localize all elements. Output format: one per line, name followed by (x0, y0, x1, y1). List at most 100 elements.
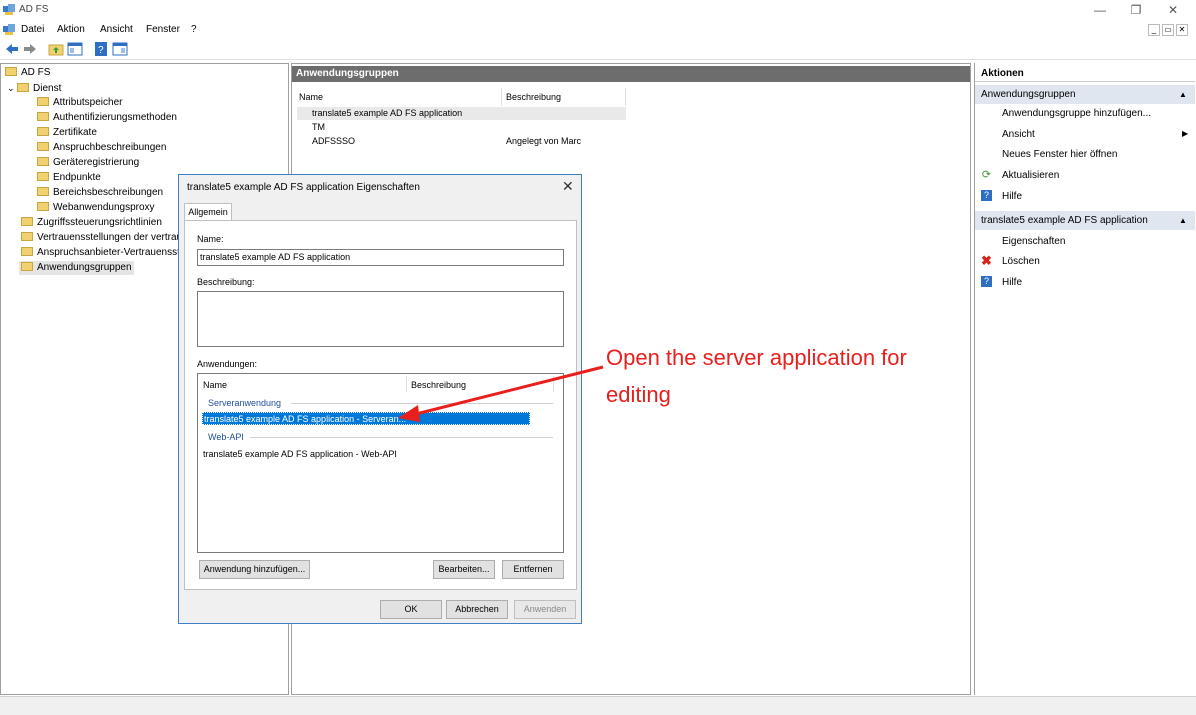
folder-icon (21, 247, 33, 256)
ok-button[interactable]: OK (380, 600, 442, 619)
tree-item-adfs[interactable]: AD FS (5, 66, 50, 80)
dialog-close-icon[interactable]: ✕ (562, 178, 574, 195)
tree-label: Bereichsbeschreibungen (53, 187, 164, 198)
name-label: Name: (197, 234, 224, 244)
annotation-text-line2: editing (606, 382, 671, 407)
forward-arrow-icon[interactable] (22, 41, 38, 57)
tree-item-webanwendungsproxy[interactable]: Webanwendungsproxy (37, 201, 155, 215)
column-header-beschreibung[interactable]: Beschreibung (506, 92, 561, 102)
tree-label: Zugriffssteuerungsrichtlinien (37, 217, 162, 228)
apps-column-name[interactable]: Name (203, 380, 227, 390)
mdi-restore-button[interactable]: ▭ (1162, 24, 1174, 36)
tree-item-zugriffssteuerungsrichtlinien[interactable]: Zugriffssteuerungsrichtlinien (21, 216, 162, 230)
actions-section-anwendungsgruppen[interactable]: Anwendungsgruppen ▲ (975, 85, 1195, 104)
row-name: ADFSSSO (312, 136, 356, 146)
action-new-window[interactable]: Neues Fenster hier öffnen (1002, 149, 1117, 160)
actions-title: Aktionen (975, 66, 1195, 82)
results-header: Anwendungsgruppen (292, 66, 970, 82)
action-refresh[interactable]: Aktualisieren (1002, 170, 1059, 181)
show-tree-icon[interactable] (67, 41, 83, 57)
folder-icon (37, 202, 49, 211)
tree-item-vertrauensstellungen[interactable]: Vertrauensstellungen der vertrau (21, 231, 182, 245)
table-row[interactable]: ADFSSSO Angelegt von Marc (297, 135, 626, 148)
collapse-arrow-icon[interactable]: ▲ (1179, 85, 1187, 104)
action-help-2[interactable]: Hilfe (1002, 277, 1022, 288)
annotation-text-line1: Open the server application for (606, 345, 907, 370)
folder-icon (37, 142, 49, 151)
column-divider (501, 88, 502, 106)
action-help[interactable]: Hilfe (1002, 191, 1022, 202)
collapse-arrow-icon[interactable]: ▲ (1179, 211, 1187, 230)
tree-item-anspruchsanbieter[interactable]: Anspruchsanbieter-Vertrauensste (21, 246, 185, 260)
minimize-button[interactable]: — (1090, 3, 1110, 17)
tree-label: Vertrauensstellungen der vertrau (37, 232, 183, 243)
row-name: TM (312, 122, 325, 132)
folder-icon (37, 127, 49, 136)
action-properties[interactable]: Eigenschaften (1002, 236, 1065, 247)
remove-button[interactable]: Entfernen (502, 560, 564, 579)
description-label: Beschreibung: (197, 277, 255, 287)
show-actions-icon[interactable] (112, 41, 128, 57)
tree-item-attributspeicher[interactable]: Attributspeicher (37, 96, 122, 110)
menu-ansicht[interactable]: Ansicht (100, 24, 133, 35)
mdi-minimize-button[interactable]: _ (1148, 24, 1160, 36)
tree-item-zertifikate[interactable]: Zertifikate (37, 126, 97, 140)
tree-item-dienst[interactable]: ⌄ Dienst (7, 81, 61, 95)
annotation-arrow (398, 365, 604, 422)
column-header-name[interactable]: Name (299, 92, 323, 102)
list-item-label: translate5 example AD FS application - S… (204, 414, 407, 424)
tab-allgemein[interactable]: Allgemein (184, 203, 232, 221)
name-field[interactable]: translate5 example AD FS application (197, 249, 564, 266)
menu-datei[interactable]: Datei (21, 24, 44, 35)
menu-fenster[interactable]: Fenster (146, 24, 180, 35)
up-folder-icon[interactable] (48, 41, 64, 57)
status-bar (0, 696, 1196, 715)
tree-item-geraeteregistrierung[interactable]: Geräteregistrierung (37, 156, 139, 170)
menu-help[interactable]: ? (191, 24, 197, 35)
tree-item-anwendungsgruppen[interactable]: Anwendungsgruppen (19, 261, 134, 275)
applications-label: Anwendungen: (197, 359, 258, 369)
delete-x-icon: ✖ (981, 253, 992, 268)
mdi-close-button[interactable]: ✕ (1176, 24, 1188, 36)
submenu-arrow-icon: ▶ (1182, 129, 1189, 138)
row-name: translate5 example AD FS application (312, 108, 463, 118)
group-header-serveranwendung: Serveranwendung (208, 398, 282, 408)
group-divider (250, 437, 553, 438)
tree-label: Webanwendungsproxy (53, 202, 155, 213)
tree-item-endpunkte[interactable]: Endpunkte (37, 171, 101, 185)
table-row[interactable]: TM (297, 121, 626, 134)
section-label: translate5 example AD FS application (981, 215, 1148, 226)
list-item-label: translate5 example AD FS application - W… (203, 449, 397, 459)
action-add-group[interactable]: Anwendungsgruppe hinzufügen... (1002, 108, 1151, 119)
tree-item-authentifizierungsmethoden[interactable]: Authentifizierungsmethoden (37, 111, 177, 125)
tree-item-anspruchbeschreibungen[interactable]: Anspruchbeschreibungen (37, 141, 166, 155)
row-description: Angelegt von Marc (506, 136, 582, 146)
menu-bar: Datei Aktion Ansicht Fenster ? _ ▭ ✕ (0, 21, 1196, 39)
expand-chevron-icon[interactable]: ⌄ (7, 81, 17, 95)
apply-button[interactable]: Anwenden (514, 600, 576, 619)
add-application-button[interactable]: Anwendung hinzufügen... (199, 560, 310, 579)
menu-aktion[interactable]: Aktion (57, 24, 85, 35)
column-divider (625, 88, 626, 106)
back-arrow-icon[interactable] (4, 41, 20, 57)
close-window-button[interactable]: ✕ (1163, 3, 1183, 17)
cancel-button[interactable]: Abbrechen (446, 600, 508, 619)
help-icon[interactable]: ? (93, 41, 109, 57)
folder-icon (21, 262, 33, 271)
folder-icon (5, 67, 17, 76)
tree-item-bereichsbeschreibungen[interactable]: Bereichsbeschreibungen (37, 186, 163, 200)
dialog-title: translate5 example AD FS application Eig… (187, 182, 420, 193)
edit-button[interactable]: Bearbeiten... (433, 560, 495, 579)
description-field[interactable] (197, 291, 564, 347)
action-delete[interactable]: Löschen (1002, 256, 1040, 267)
restore-button[interactable]: ❐ (1126, 3, 1146, 17)
folder-icon (37, 172, 49, 181)
table-row[interactable]: translate5 example AD FS application (297, 107, 626, 120)
help-icon: ? (981, 276, 992, 287)
actions-section-application[interactable]: translate5 example AD FS application ▲ (975, 211, 1195, 230)
help-icon: ? (981, 190, 992, 201)
action-view[interactable]: Ansicht (1002, 129, 1035, 140)
actions-pane: Aktionen Anwendungsgruppen ▲ Anwendungsg… (974, 63, 1196, 695)
list-item-web-api[interactable]: translate5 example AD FS application - W… (202, 448, 530, 461)
adfs-app-icon (3, 4, 15, 15)
